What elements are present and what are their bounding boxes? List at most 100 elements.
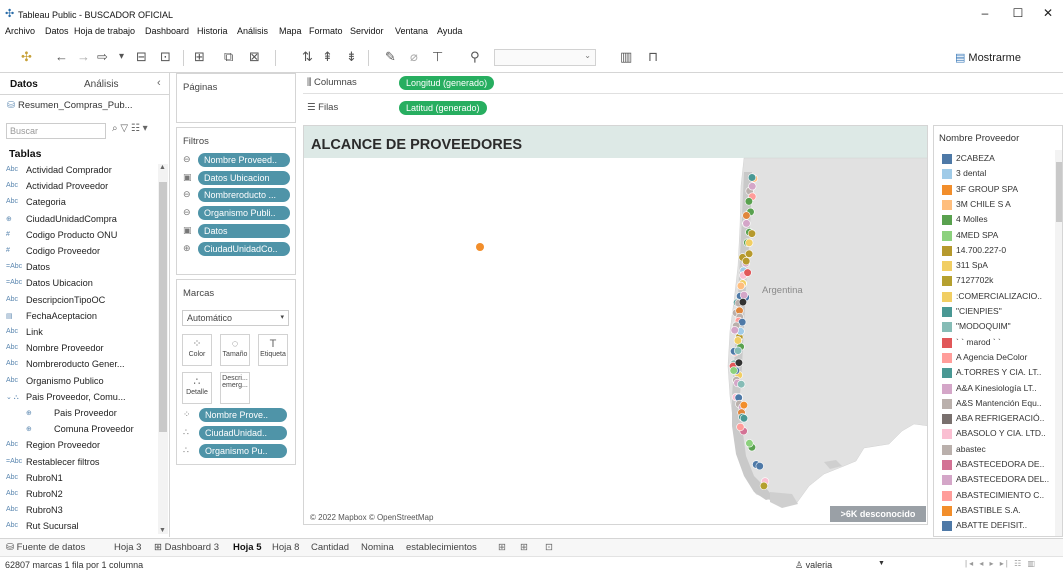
field-item[interactable]: Abc RubroN3: [0, 504, 157, 520]
supplier-mark[interactable]: [743, 268, 752, 277]
supplier-mark[interactable]: [739, 291, 749, 300]
field-item[interactable]: Abc RubroN2: [0, 488, 157, 504]
supplier-mark[interactable]: [747, 173, 757, 182]
menu-analisis[interactable]: Análisis: [237, 26, 268, 36]
field-item[interactable]: =Abc Restablecer filtros: [0, 456, 157, 472]
supplier-mark[interactable]: [736, 422, 745, 432]
legend-item[interactable]: ABASTECEDORA DEL..: [942, 473, 1058, 488]
presentation-icon[interactable]: ⊓: [648, 49, 658, 65]
field-item[interactable]: Abc Link: [0, 326, 157, 342]
supplier-mark[interactable]: [738, 298, 748, 307]
legend-item[interactable]: "CIENPIES": [942, 305, 1058, 320]
supplier-mark[interactable]: [734, 358, 744, 367]
tab-data[interactable]: Datos: [10, 79, 38, 90]
supplier-mark[interactable]: [748, 182, 757, 191]
filter-pill[interactable]: CiudadUnidadCo..: [198, 241, 290, 256]
field-item[interactable]: Abc Organismo Publico: [0, 375, 157, 391]
menu-formato[interactable]: Formato: [309, 26, 343, 36]
legend-item[interactable]: ABASTECIMIENTO C..: [942, 489, 1058, 504]
scroll-down-icon[interactable]: ▼: [159, 527, 166, 534]
forward-icon[interactable]: →: [77, 49, 90, 65]
columns-shelf[interactable]: ⫼ Columnas Longitud (generado): [303, 73, 1063, 94]
new-dashboard-tab-icon[interactable]: ⊞: [520, 542, 528, 553]
new-sheet-icon[interactable]: ⊞: [194, 49, 205, 65]
legend-item[interactable]: 3M CHILE S A: [942, 198, 1058, 213]
supplier-mark[interactable]: [742, 219, 751, 228]
pages-card[interactable]: Páginas: [176, 73, 296, 123]
menu-dashboard[interactable]: Dashboard: [145, 26, 189, 36]
legend-item[interactable]: ABATTE DEFISIT..: [942, 519, 1058, 534]
label-button[interactable]: T Etiqueta: [258, 334, 288, 366]
legend-item[interactable]: ABASTIBLE S.A.: [942, 504, 1058, 519]
legend-item[interactable]: A&S Mantención Equ..: [942, 397, 1058, 412]
menu-mapa[interactable]: Mapa: [279, 26, 302, 36]
supplier-mark[interactable]: [733, 346, 743, 355]
legend-scrollbar[interactable]: [1055, 150, 1062, 536]
longitude-pill[interactable]: Longitud (generado): [399, 76, 495, 90]
user-dropdown-icon[interactable]: ▼: [878, 560, 885, 567]
filter-pill[interactable]: Nombre Proveed..: [198, 153, 290, 167]
legend-item[interactable]: ` ` marod ` `: [942, 336, 1058, 351]
mark-type-dropdown[interactable]: ▾ Automático: [182, 310, 289, 326]
field-item[interactable]: Abc Nombreroducto Gener...: [0, 358, 157, 374]
sheet-tab-dashboard-3[interactable]: ⊞ Dashboard 3: [154, 542, 219, 553]
field-item[interactable]: ⌄ ⛬ Pais Proveedor, Comu...: [0, 391, 157, 407]
scroll-up-icon[interactable]: ▲: [159, 164, 166, 171]
legend-item[interactable]: ABASOLO Y CIA. LTD..: [942, 427, 1058, 442]
group-icon[interactable]: ⌀: [410, 49, 418, 65]
field-item[interactable]: =Abc Datos: [0, 261, 157, 277]
sheet-navigation-icons[interactable]: |◂ ◂ ▸ ▸| ☷ ▥: [965, 559, 1037, 568]
legend-item[interactable]: abastec: [942, 443, 1058, 458]
filter-pill[interactable]: Organismo Publi..: [198, 206, 290, 221]
scroll-thumb[interactable]: [159, 182, 167, 432]
supplier-mark[interactable]: [759, 481, 769, 491]
field-item[interactable]: Abc Nombre Proveedor: [0, 342, 157, 358]
color-button[interactable]: ⁘ Color: [182, 334, 212, 366]
legend-scroll-thumb[interactable]: [1056, 162, 1062, 222]
latitude-pill[interactable]: Latitud (generado): [399, 101, 487, 115]
supplier-mark[interactable]: [739, 401, 749, 410]
unknown-indicator[interactable]: >6K desconocido: [830, 506, 926, 522]
sheet-tab-hoja-3[interactable]: Hoja 3: [114, 542, 141, 553]
legend-item[interactable]: ABA REFRIGERACIÓ..: [942, 412, 1058, 427]
menu-ayuda[interactable]: Ayuda: [437, 26, 462, 36]
supplier-mark[interactable]: [745, 439, 754, 448]
sheet-tab-cantidad[interactable]: Cantidad: [311, 542, 349, 553]
undo-icon[interactable]: ⇨: [97, 49, 108, 65]
legend-item[interactable]: 3F GROUP SPA: [942, 183, 1058, 198]
minimize-button[interactable]: –: [974, 5, 996, 21]
mark-pill[interactable]: Organismo Pu..: [199, 444, 287, 458]
supplier-mark[interactable]: [745, 249, 754, 258]
field-item[interactable]: ▤ FechaAceptacion: [0, 310, 157, 326]
collapse-pane-icon[interactable]: ‹: [157, 77, 161, 89]
field-item[interactable]: Abc Rut Sucursal: [0, 520, 157, 534]
label-icon[interactable]: ⊤: [432, 49, 443, 65]
sheet-tab-hoja-8[interactable]: Hoja 8: [272, 542, 299, 553]
map-attribution[interactable]: © 2022 Mapbox © OpenStreetMap: [310, 513, 433, 522]
new-story-tab-icon[interactable]: ⊡: [545, 542, 553, 553]
supplier-mark[interactable]: [733, 336, 743, 345]
field-item[interactable]: Abc Actividad Proveedor: [0, 180, 157, 196]
legend-item[interactable]: "MODOQUIM": [942, 320, 1058, 335]
dropdown-arrow-icon[interactable]: ▾: [119, 49, 124, 65]
map-canvas[interactable]: Argentina: [304, 126, 928, 525]
legend-item[interactable]: 14.700.227-0: [942, 244, 1058, 259]
menu-servidor[interactable]: Servidor: [350, 26, 384, 36]
view-options-icon[interactable]: ☷ ▾: [131, 123, 148, 134]
supplier-mark[interactable]: [736, 281, 746, 290]
legend-item[interactable]: 4 Molles: [942, 213, 1058, 228]
back-icon[interactable]: ←: [55, 49, 68, 65]
supplier-mark[interactable]: [755, 462, 764, 471]
filter-icon[interactable]: ▽: [120, 123, 128, 134]
mark-pill[interactable]: CiudadUnidad..: [199, 426, 287, 440]
supplier-mark[interactable]: [745, 238, 754, 247]
field-item[interactable]: ⊕ CiudadUnidadCompra: [0, 213, 157, 229]
field-item[interactable]: Abc Categoria: [0, 196, 157, 212]
menu-ventana[interactable]: Ventana: [395, 26, 428, 36]
user-menu[interactable]: ♙ valeria: [795, 560, 832, 571]
menu-datos[interactable]: Datos: [45, 26, 69, 36]
tableau-icon[interactable]: ✣: [21, 49, 32, 65]
legend-item[interactable]: A.TORRES Y CIA. LT..: [942, 366, 1058, 381]
sheet-tab-establecimientos[interactable]: establecimientos: [406, 542, 477, 553]
datasource-item[interactable]: ⛁ Resumen_Compras_Pub...: [7, 100, 133, 111]
